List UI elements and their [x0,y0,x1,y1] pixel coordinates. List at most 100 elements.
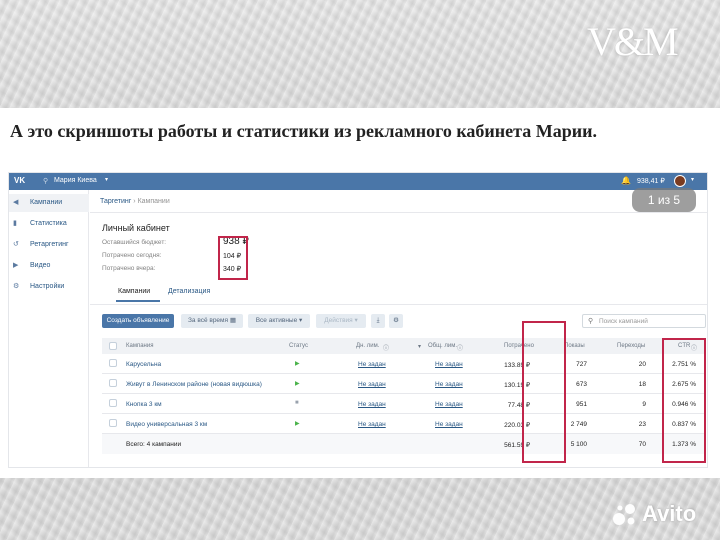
select-all-checkbox[interactable] [109,342,117,350]
vk-top-bar: VK ⚲ Мария Киева ▾ 🔔 938,41 ₽ ▾ [9,173,707,190]
budget-highlight-box [218,236,248,280]
page-title: Личный кабинет [102,223,170,233]
header-clicks[interactable]: Переходы [617,343,645,349]
search-icon[interactable]: ⚲ [43,177,48,185]
main-content: Таргетинг › Кампании Личный кабинет Оста… [90,190,707,467]
avito-dots-icon [613,504,635,525]
clicks-value: 20 [638,361,646,368]
table-row[interactable]: Карусельна ▶ Не задан Не задан 133.89 ₽ … [102,354,706,374]
sidebar: ◀ Кампании ▮ Статистика ↺ Ретаргетинг ▶ … [9,190,89,467]
tab-details[interactable]: Детализация [168,288,210,295]
tab-campaigns[interactable]: Кампании [118,288,150,295]
campaign-name[interactable]: Видео универсальная 3 км [126,421,207,428]
header-daily-limit[interactable]: Дн. лим. [356,343,379,349]
campaign-name[interactable]: Кнопка 3 км [126,401,162,408]
total-label: Всего: 4 кампании [126,441,182,448]
clicks-value: 9 [642,401,646,408]
breadcrumb-root[interactable]: Таргетинг [100,198,131,205]
vk-logo-icon[interactable]: VK [14,176,28,187]
sidebar-item-label: Ретаргетинг [30,241,69,248]
vk-ads-window: VK ⚲ Мария Киева ▾ 🔔 938,41 ₽ ▾ ◀ Кампан… [8,172,708,468]
clicks-value: 18 [638,381,646,388]
sidebar-item-label: Настройки [30,283,65,290]
sidebar-item-campaigns[interactable]: ◀ Кампании [9,194,89,212]
ctr-highlight-box [662,338,706,463]
balance[interactable]: 938,41 ₽ [637,177,665,185]
slide-counter-badge: 1 из 5 [632,188,696,212]
daily-limit[interactable]: Не задан [358,381,386,388]
row-checkbox[interactable] [109,359,117,367]
status-stop-icon[interactable]: ■ [295,400,299,406]
status-play-icon[interactable]: ▶ [295,360,300,367]
actions-select[interactable]: Действия ▾ [316,314,366,328]
clicks-highlight-box [522,321,566,463]
chevron-down-icon[interactable]: ▾ [105,176,108,183]
table-row[interactable]: Видео универсальная 3 км ▶ Не задан Не з… [102,414,706,434]
bar-chart-icon: ▮ [13,220,17,227]
header-campaign[interactable]: Кампания [126,343,153,349]
retarget-icon: ↺ [13,241,19,248]
sidebar-item-settings[interactable]: ⚙ Настройки [9,278,89,296]
avatar[interactable] [674,175,686,187]
daily-limit[interactable]: Не задан [358,421,386,428]
sidebar-item-video[interactable]: ▶ Видео [9,257,89,275]
calendar-icon: ▦ [229,317,237,324]
budget-left-label: Оставшийся бюджет: [102,239,167,246]
total-limit[interactable]: Не задан [435,361,463,368]
sidebar-item-retargeting[interactable]: ↺ Ретаргетинг [9,236,89,254]
search-input[interactable]: Поиск кампаний [599,318,648,325]
header-status[interactable]: Статус [289,343,308,349]
campaign-name[interactable]: Живут в Ленинском районе (новая видюшка) [126,381,262,388]
help-icon[interactable]: ⓘ [457,343,463,352]
sidebar-item-label: Видео [30,262,51,269]
status-play-icon[interactable]: ▶ [295,420,300,427]
breadcrumb-current: Кампании [137,198,170,205]
total-limit[interactable]: Не задан [435,421,463,428]
sidebar-item-label: Статистика [30,220,67,227]
search-field[interactable]: ⚲ Поиск кампаний [582,314,706,328]
period-select-label: За всё время [187,317,229,324]
row-checkbox[interactable] [109,419,117,427]
user-name[interactable]: Мария Киева [54,177,97,184]
bell-icon[interactable]: 🔔 [621,176,631,185]
divider [90,304,707,305]
table-row[interactable]: Кнопка 3 км ■ Не задан Не задан 77.48 ₽ … [102,394,706,414]
header-shows[interactable]: Показы [564,343,585,349]
table-row[interactable]: Живут в Ленинском районе (новая видюшка)… [102,374,706,394]
breadcrumb: Таргетинг › Кампании [100,198,170,205]
gear-icon: ⚙ [13,283,20,290]
table-total-row: Всего: 4 кампании 561.59 ₽ 5 100 70 1.37… [102,434,706,454]
row-checkbox[interactable] [109,379,117,387]
status-filter-select[interactable]: Все активные ▾ [248,314,310,328]
status-play-icon[interactable]: ▶ [295,380,300,387]
sidebar-item-statistics[interactable]: ▮ Статистика [9,215,89,233]
megaphone-icon: ◀ [13,199,19,206]
actions-label: Действия [324,317,353,324]
sidebar-item-label: Кампании [30,199,63,206]
spent-yesterday-label: Потрачено вчера: [102,265,156,272]
chevron-down-icon: ▾ [299,317,303,324]
divider [90,212,707,213]
daily-limit[interactable]: Не задан [358,361,386,368]
total-limit[interactable]: Не задан [435,401,463,408]
total-limit[interactable]: Не задан [435,381,463,388]
total-clicks: 70 [638,441,646,448]
help-icon[interactable]: ⓘ [383,343,389,352]
period-select[interactable]: За всё время ▦ [181,314,243,328]
search-icon: ⚲ [588,318,594,325]
vm-logo: V&M [587,19,679,64]
settings-gear-icon[interactable]: ⚙ [389,314,403,328]
campaign-name[interactable]: Карусельна [126,361,161,368]
row-checkbox[interactable] [109,399,117,407]
header-total-limit[interactable]: Общ. лим. [428,343,457,349]
download-icon[interactable]: ⤓ [371,314,385,328]
daily-limit[interactable]: Не задан [358,401,386,408]
sort-arrow-icon[interactable]: ▾ [418,343,421,350]
video-icon: ▶ [13,262,19,269]
create-ad-button[interactable]: Создать объявление [102,314,174,328]
avito-text: Avito [642,501,697,526]
table-header: Кампания Статус Дн. лим. ⓘ ▾ Общ. лим. ⓘ… [102,338,706,354]
spent-today-label: Потрачено сегодня: [102,252,162,259]
tab-active-underline [116,300,160,302]
profile-chevron-icon[interactable]: ▾ [691,176,694,183]
